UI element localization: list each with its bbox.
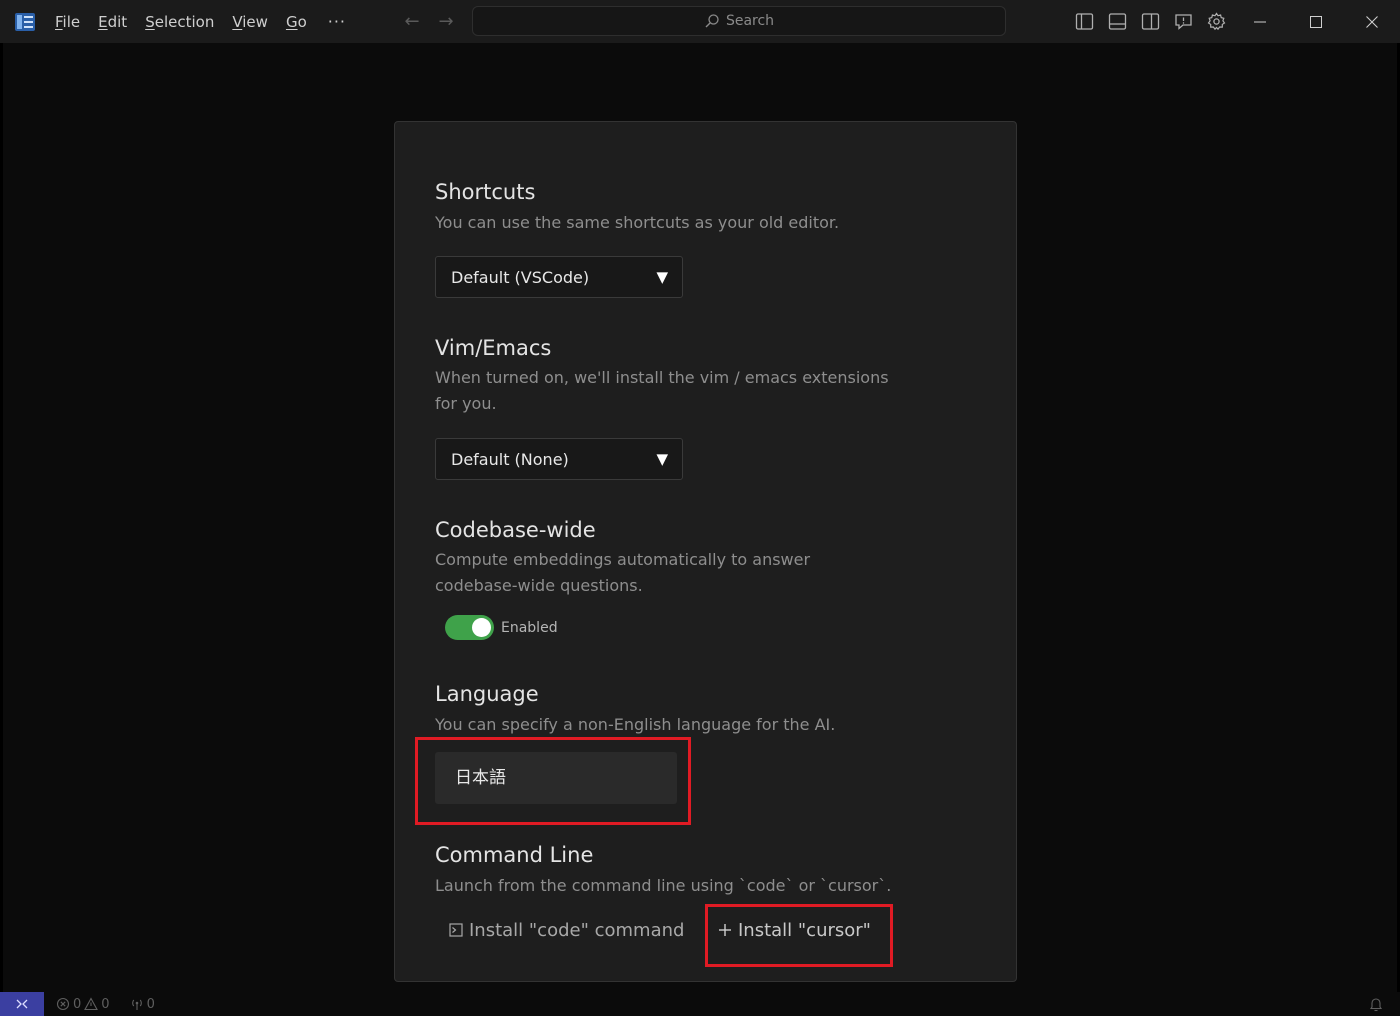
maximize-button[interactable] [1288, 0, 1344, 43]
broadcast-icon [131, 999, 142, 1010]
notifications-bell-icon[interactable] [1368, 996, 1384, 1012]
menu-file[interactable]: File [46, 7, 89, 37]
app-logo-icon [15, 13, 35, 31]
minimize-icon [1254, 21, 1266, 22]
vim-emacs-title: Vim/Emacs [435, 336, 552, 360]
codebase-description: Compute embeddings automatically to answ… [435, 550, 811, 595]
menu-selection[interactable]: Selection [136, 7, 223, 37]
navigation-arrows: ← → [400, 10, 458, 34]
warning-icon [84, 997, 99, 1011]
vim-emacs-select[interactable]: Default (None) ▼ [435, 438, 683, 480]
menu-view-rest: iew [242, 12, 268, 31]
toggle-primary-sidebar-icon[interactable] [1072, 9, 1097, 34]
window-controls [1232, 0, 1400, 43]
install-code-label: Install "code" command [469, 919, 685, 941]
title-bar: File Edit Selection View Go ··· ← → Sear… [0, 0, 1400, 43]
layout-controls [1072, 9, 1229, 34]
shortcuts-select[interactable]: Default (VSCode) ▼ [435, 256, 683, 298]
problems-status[interactable]: 0 0 [56, 997, 110, 1012]
install-code-command-button[interactable]: Install "code" command [449, 915, 684, 945]
menu-view[interactable]: View [223, 7, 277, 37]
remote-indicator-button[interactable] [0, 992, 44, 1016]
command-line-description: Launch from the command line using `code… [435, 876, 892, 895]
settings-card: Shortcuts You can use the same shortcuts… [394, 121, 1017, 982]
remote-icon [16, 999, 28, 1009]
feedback-icon[interactable] [1171, 9, 1196, 34]
vim-emacs-description: When turned on, we'll install the vim / … [435, 368, 889, 413]
menu-go[interactable]: Go [277, 7, 316, 37]
menu-selection-rest: election [154, 12, 215, 31]
terminal-icon [449, 923, 463, 937]
codebase-title: Codebase-wide [435, 518, 596, 542]
toggle-panel-icon[interactable] [1105, 9, 1130, 34]
dropdown-caret-icon: ▼ [656, 450, 668, 468]
menu-bar: File Edit Selection View Go ··· [46, 0, 358, 43]
minimize-button[interactable] [1232, 0, 1288, 43]
back-arrow-icon[interactable]: ← [400, 10, 424, 34]
menu-go-rest: o [297, 12, 307, 31]
codebase-toggle-row: Enabled [445, 615, 558, 640]
error-icon [56, 997, 70, 1011]
toggle-secondary-sidebar-icon[interactable] [1138, 9, 1163, 34]
maximize-icon [1310, 15, 1322, 28]
forward-arrow-icon[interactable]: → [434, 10, 458, 34]
shortcuts-description: You can use the same shortcuts as your o… [435, 213, 840, 232]
dropdown-caret-icon: ▼ [656, 268, 668, 286]
vim-emacs-select-value: Default (None) [451, 449, 569, 469]
highlight-box-install-cursor [705, 904, 893, 967]
menu-edit[interactable]: Edit [89, 7, 136, 37]
highlight-box-language [415, 737, 691, 825]
settings-gear-icon[interactable] [1204, 9, 1229, 34]
language-title: Language [435, 682, 539, 706]
language-description: You can specify a non-English language f… [435, 715, 836, 734]
close-icon [1366, 15, 1378, 28]
close-button[interactable] [1344, 0, 1400, 43]
search-label: Search [725, 13, 775, 29]
command-line-title: Command Line [435, 843, 594, 867]
ports-status[interactable]: 0 [130, 997, 155, 1012]
workbench: Shortcuts You can use the same shortcuts… [3, 43, 1397, 992]
error-count: 0 [73, 996, 82, 1012]
ports-count: 0 [146, 996, 155, 1012]
shortcuts-select-value: Default (VSCode) [451, 267, 590, 287]
codebase-embeddings-toggle[interactable] [445, 615, 494, 640]
more-menu-button[interactable]: ··· [316, 12, 358, 31]
codebase-toggle-label: Enabled [501, 619, 558, 636]
warning-count: 0 [101, 996, 110, 1012]
command-center-search[interactable]: Search [472, 6, 1006, 36]
menu-file-rest: ile [62, 12, 81, 31]
toggle-knob [472, 618, 491, 637]
shortcuts-title: Shortcuts [435, 180, 536, 204]
menu-edit-rest: dit [107, 12, 128, 31]
status-bar: 0 0 0 [0, 992, 1400, 1016]
search-icon [705, 14, 719, 28]
